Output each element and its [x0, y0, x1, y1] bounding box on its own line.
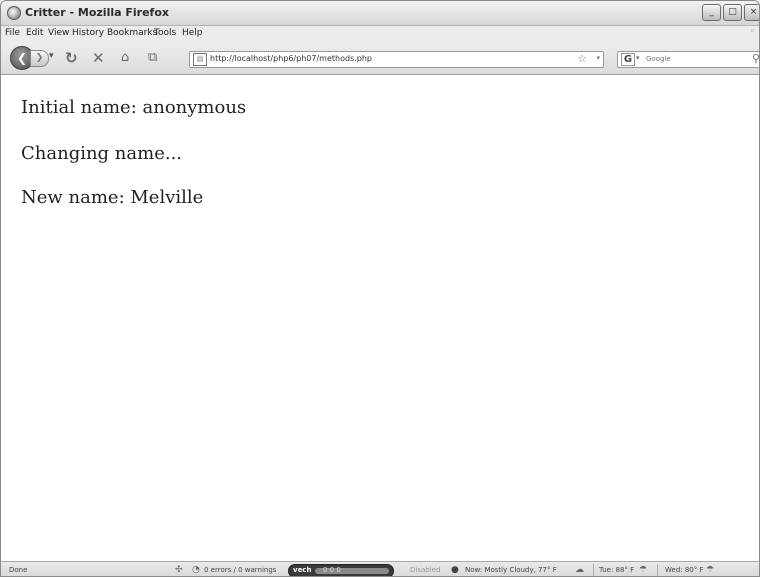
status-bar: Done ✣ ◔ 0 errors / 0 warnings vech 0 0 … [1, 561, 759, 576]
address-bar[interactable]: ▤ http://localhost/php6/ph07/methods.php… [189, 51, 604, 68]
forward-button[interactable]: ❯ [30, 50, 49, 67]
bookmark-star-icon[interactable]: ☆ [577, 52, 587, 65]
menu-bar: File Edit View History Bookmarks Tools H… [1, 26, 759, 42]
separator [657, 564, 658, 576]
validator-status[interactable]: 0 errors / 0 warnings [204, 566, 276, 574]
vech-widget[interactable]: vech 0 0 0 [288, 564, 394, 576]
screenshot-icon[interactable]: ⧉ [148, 50, 157, 65]
weather-wed[interactable]: Wed: 80° F [665, 566, 704, 574]
status-done: Done [9, 566, 28, 574]
magnifier-icon[interactable]: ⚲ [752, 52, 759, 65]
back-arrow-icon: ❮ [16, 51, 28, 65]
window-title: Critter - Mozilla Firefox [25, 6, 169, 19]
menu-view[interactable]: View [48, 28, 69, 38]
weather-now[interactable]: Now: Mostly Cloudy, 77° F [465, 566, 557, 574]
reload-icon[interactable]: ↻ [65, 49, 78, 67]
new-name-text: New name: Melville [21, 187, 204, 208]
menu-tools[interactable]: Tools [154, 28, 176, 38]
menu-edit[interactable]: Edit [26, 28, 43, 38]
validator-icon[interactable]: ◔ [192, 565, 200, 575]
vech-values: 0 0 0 [323, 566, 341, 574]
history-dropdown-icon[interactable]: ▾ [49, 51, 54, 61]
vech-label: vech [293, 566, 312, 574]
google-engine-icon[interactable]: G [621, 53, 635, 66]
page-content: Initial name: anonymous Changing name...… [1, 75, 759, 560]
menu-file[interactable]: File [5, 28, 20, 38]
menu-help[interactable]: Help [182, 28, 203, 38]
page-icon: ▤ [193, 53, 207, 66]
title-bar: Critter - Mozilla Firefox _ □ × [1, 1, 759, 26]
engine-dropdown-icon[interactable]: ▾ [636, 54, 640, 62]
disabled-status: Disabled [410, 566, 441, 574]
initial-name-text: Initial name: anonymous [21, 97, 247, 118]
stop-icon[interactable]: ✕ [92, 49, 105, 67]
navigation-toolbar: ❮ ❯ ▾ ↻ ✕ ⌂ ⧉ ▤ http://localhost/php6/ph… [1, 42, 759, 75]
addon-icon[interactable]: ✣ [175, 565, 183, 575]
home-icon[interactable]: ⌂ [121, 50, 129, 65]
storm-icon: ☂ [639, 565, 648, 575]
menu-close-icon[interactable]: ◦ [750, 27, 755, 37]
firefox-icon [7, 6, 21, 20]
menu-bookmarks[interactable]: Bookmarks [107, 28, 157, 38]
maximize-button[interactable]: □ [723, 4, 742, 21]
window-controls: _ □ × [702, 4, 759, 21]
weather-globe-icon[interactable]: ● [451, 565, 459, 575]
rain-icon: ☂ [706, 565, 715, 575]
changing-name-text: Changing name... [21, 143, 183, 164]
separator [593, 564, 594, 576]
menu-history[interactable]: History [72, 28, 104, 38]
search-input[interactable] [646, 53, 736, 64]
minimize-button[interactable]: _ [702, 4, 721, 21]
browser-window: Critter - Mozilla Firefox _ □ × File Edi… [0, 0, 760, 577]
close-button[interactable]: × [744, 4, 759, 21]
url-dropdown-icon[interactable]: ▾ [596, 54, 600, 62]
url-text[interactable]: http://localhost/php6/ph07/methods.php [210, 54, 372, 63]
weather-tue[interactable]: Tue: 88° F [599, 566, 634, 574]
cloud-icon: ☁ [575, 565, 584, 575]
forward-arrow-icon: ❯ [35, 53, 44, 63]
search-bar[interactable]: G ▾ ⚲ [617, 51, 759, 68]
